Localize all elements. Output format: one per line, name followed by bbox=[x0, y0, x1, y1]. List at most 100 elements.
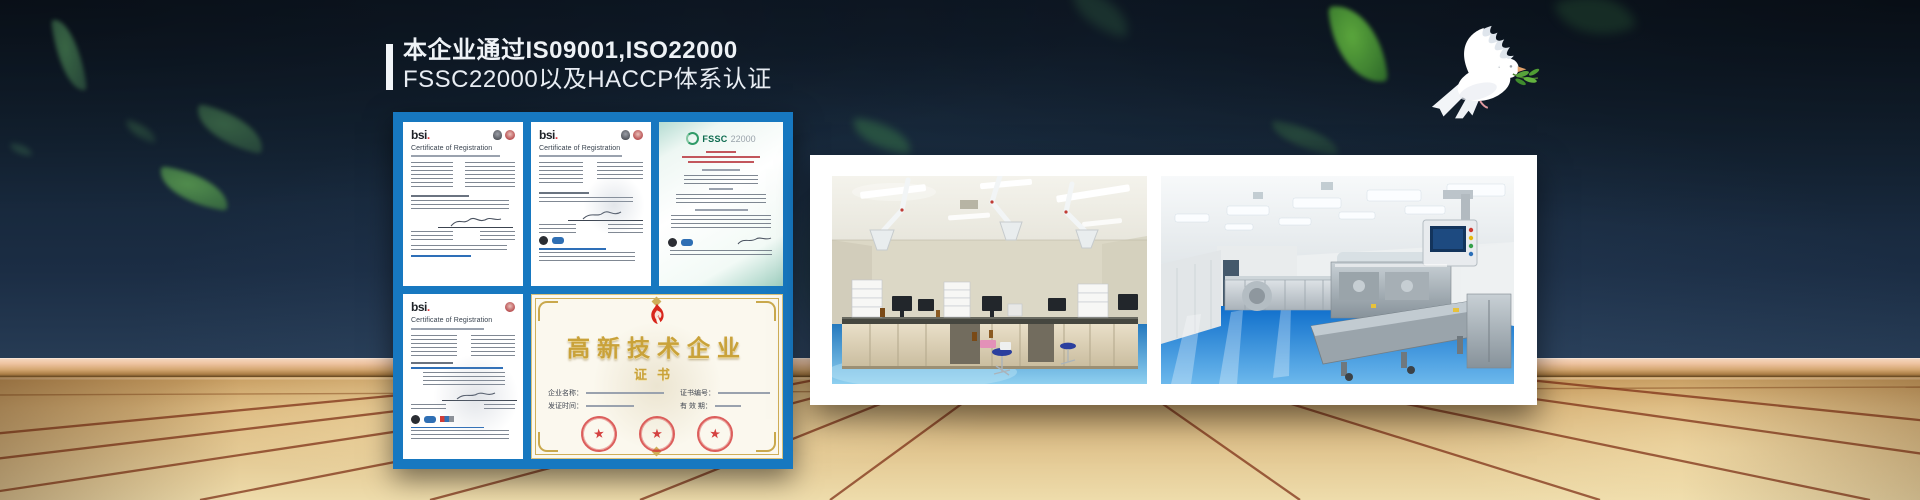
certificate-fssc: FSSC 22000 bbox=[659, 122, 783, 286]
seal-star: ★ bbox=[651, 426, 663, 442]
text-block bbox=[411, 335, 457, 357]
crest-logo-icon bbox=[411, 415, 420, 424]
text-line bbox=[688, 161, 754, 163]
photo-production-line bbox=[1161, 176, 1514, 384]
seal-star: ★ bbox=[708, 426, 721, 443]
certificate-bsi-3: bsi. Certificate of Registration bbox=[403, 294, 523, 459]
accreditation-logos bbox=[539, 236, 643, 245]
text-block bbox=[411, 200, 509, 211]
text-line bbox=[682, 156, 760, 158]
text-block bbox=[411, 430, 509, 439]
field-label: 有 效 期： bbox=[680, 401, 712, 411]
text-columns bbox=[411, 335, 515, 357]
certificate-header: bsi. bbox=[411, 302, 515, 312]
signature-line bbox=[568, 220, 643, 221]
text-block bbox=[684, 175, 758, 184]
fssc-logo-icon bbox=[686, 132, 699, 145]
seal-star: ★ bbox=[592, 425, 605, 442]
text-line bbox=[411, 155, 500, 157]
dove-icon bbox=[1420, 24, 1546, 130]
text-line bbox=[706, 151, 736, 153]
text-columns bbox=[411, 162, 515, 188]
dove-feet bbox=[1480, 101, 1488, 108]
signature bbox=[734, 235, 774, 247]
certificate-hitech: 高新技术企业 证书 企业名称： 证书编号： 发证时间： 有 效 期： ★ ★ ★ bbox=[531, 294, 783, 459]
certificate-bsi-1: bsi. Certificate of Registration bbox=[403, 122, 523, 286]
logo-icon bbox=[539, 236, 548, 245]
text-line bbox=[411, 328, 484, 330]
anab-logo-icon bbox=[440, 416, 454, 422]
field-value bbox=[586, 392, 664, 394]
certificate-title: Certificate of Registration bbox=[539, 145, 643, 152]
logo-icon bbox=[681, 239, 693, 246]
photos-frame bbox=[810, 155, 1537, 405]
logo-icon bbox=[552, 237, 564, 244]
certificate-title: Certificate of Registration bbox=[411, 317, 515, 324]
link-line bbox=[539, 248, 606, 250]
crest-icon bbox=[621, 130, 630, 140]
fssc-footer bbox=[668, 235, 774, 247]
bsi-logo-dot: . bbox=[427, 300, 430, 314]
headline-line2: FSSC22000以及HACCP体系认证 bbox=[403, 66, 772, 93]
rosette-icon bbox=[633, 130, 643, 140]
text-block bbox=[539, 224, 576, 233]
text-line bbox=[539, 192, 589, 195]
text-block bbox=[480, 231, 515, 240]
photo-laboratory bbox=[832, 176, 1147, 384]
field-value bbox=[718, 392, 770, 394]
text-block bbox=[676, 194, 765, 205]
text-columns bbox=[539, 224, 643, 233]
text-line bbox=[411, 362, 453, 365]
text-block bbox=[411, 162, 453, 188]
text-columns bbox=[411, 404, 515, 412]
gold-ornament-icon bbox=[538, 432, 558, 452]
link-line bbox=[411, 367, 503, 369]
text-block bbox=[484, 404, 515, 412]
field-value bbox=[715, 405, 741, 407]
hitech-subtitle: 证书 bbox=[634, 364, 680, 383]
certificate-header: bsi. bbox=[539, 130, 643, 140]
rosette-icon bbox=[505, 130, 515, 140]
text-columns bbox=[411, 231, 515, 240]
fssc-suffix: 22000 bbox=[731, 134, 756, 144]
gold-ornament-icon bbox=[756, 301, 776, 321]
field-row: 发证时间： bbox=[548, 401, 664, 411]
bsi-logo: bsi. bbox=[539, 130, 558, 140]
accreditation-marks bbox=[505, 302, 515, 312]
field-label: 发证时间： bbox=[548, 401, 583, 411]
text-line bbox=[411, 195, 469, 198]
signature-line bbox=[442, 400, 517, 401]
text-block bbox=[608, 224, 643, 233]
field-row: 有 效 期： bbox=[680, 401, 770, 411]
red-seals: ★ ★ ★ bbox=[581, 416, 733, 452]
rosette-icon bbox=[505, 302, 515, 312]
accreditation-logos bbox=[411, 415, 515, 424]
field-label: 企业名称： bbox=[548, 388, 583, 398]
text-line bbox=[709, 188, 732, 190]
bsi-logo: bsi. bbox=[411, 302, 430, 312]
headline: 本企业通过IS09001,ISO22000 FSSC22000以及HACCP体系… bbox=[386, 36, 772, 93]
seal-icon: ★ bbox=[695, 414, 734, 453]
hitech-title: 高新技术企业 bbox=[567, 329, 747, 363]
text-line bbox=[695, 209, 748, 211]
text-block bbox=[465, 162, 515, 188]
hitech-fields: 企业名称： 证书编号： 发证时间： 有 效 期： bbox=[548, 388, 766, 411]
bsi-logo-text: bsi bbox=[411, 128, 427, 142]
seal-icon: ★ bbox=[579, 414, 619, 454]
certificates-panel: bsi. Certificate of Registration b bbox=[393, 112, 793, 469]
accreditation-marks bbox=[493, 130, 515, 140]
headline-accent-bar bbox=[386, 44, 393, 90]
signature bbox=[411, 390, 515, 402]
text-block bbox=[423, 372, 504, 386]
logo-icon bbox=[668, 238, 677, 247]
gold-ornament-icon bbox=[538, 301, 558, 321]
dove-eye bbox=[1510, 65, 1513, 68]
hero-banner: 本企业通过IS09001,ISO22000 FSSC22000以及HACCP体系… bbox=[0, 0, 1920, 500]
certificate-header: bsi. bbox=[411, 130, 515, 140]
fssc-brand: FSSC bbox=[702, 134, 727, 144]
link-line bbox=[411, 427, 484, 429]
certificate-bsi-2: bsi. Certificate of Registration bbox=[531, 122, 651, 286]
fssc-header: FSSC 22000 bbox=[686, 132, 755, 145]
bsi-logo-text: bsi bbox=[411, 300, 427, 314]
iaf-logo-icon bbox=[424, 416, 436, 423]
